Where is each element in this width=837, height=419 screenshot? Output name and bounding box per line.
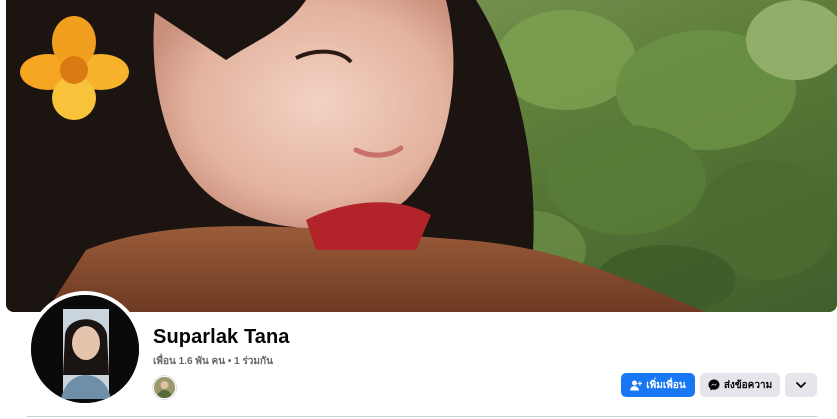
friends-count[interactable]: เพื่อน 1.6 พัน คน • 1 ร่วมกัน	[153, 354, 273, 369]
mutual-friend-avatar[interactable]	[153, 376, 176, 399]
profile-divider	[27, 416, 817, 417]
messenger-icon	[708, 379, 720, 391]
more-options-button[interactable]	[785, 373, 817, 397]
profile-avatar[interactable]	[27, 291, 143, 407]
cover-photo[interactable]	[6, 0, 837, 312]
message-label: ส่งข้อความ	[723, 379, 773, 391]
mutual-friend-photo	[154, 377, 175, 398]
avatar-image	[31, 295, 139, 403]
profile-name: Suparlak Tana	[153, 326, 290, 348]
add-friend-icon	[630, 380, 643, 391]
add-friend-button[interactable]: เพิ่มเพื่อน	[621, 373, 695, 397]
message-button[interactable]: ส่งข้อความ	[700, 373, 780, 397]
add-friend-label: เพิ่มเพื่อน	[646, 379, 686, 391]
avatar-photo	[31, 295, 139, 403]
chevron-down-icon	[796, 382, 806, 388]
cover-photo-image	[6, 0, 837, 312]
